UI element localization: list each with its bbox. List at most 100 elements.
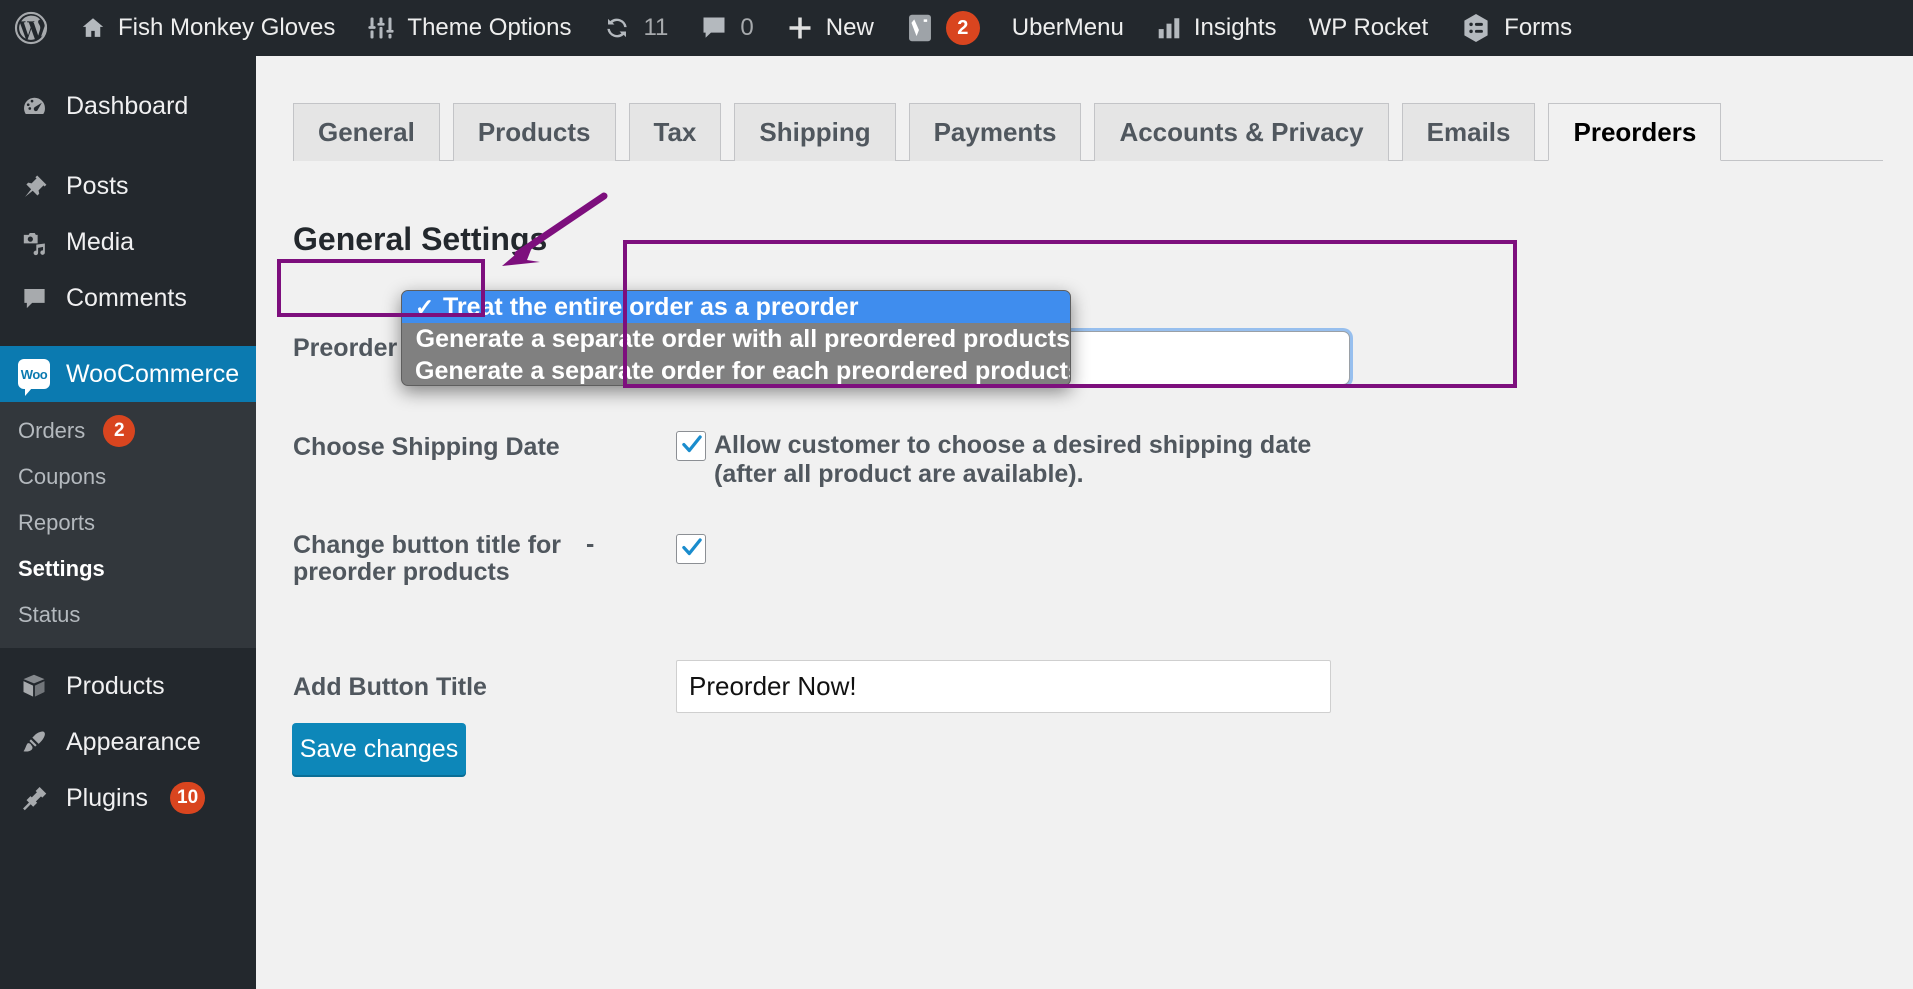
adminbar-site-name-label: Fish Monkey Gloves	[118, 14, 335, 42]
sidebar-item-appearance[interactable]: Appearance	[0, 714, 256, 770]
adminbar-comments[interactable]: 0	[684, 0, 769, 56]
sidebar-item-dashboard[interactable]: Dashboard	[0, 78, 256, 134]
adminbar-theme-options-label: Theme Options	[407, 14, 571, 42]
orders-badge: 2	[103, 415, 135, 447]
change-button-title-dash: -	[586, 530, 594, 559]
comment-icon	[700, 14, 728, 42]
tab-label: Accounts & Privacy	[1119, 117, 1363, 148]
tab-label: General	[318, 117, 415, 148]
updates-icon	[603, 14, 631, 42]
add-button-title-label: Add Button Title	[293, 672, 487, 703]
sidebar-item-label: Plugins	[66, 784, 148, 813]
adminbar-updates-count: 11	[643, 14, 668, 42]
tab-label: Shipping	[759, 117, 870, 148]
sidebar-separator-1	[0, 134, 256, 158]
sidebar-item-comments[interactable]: Comments	[0, 270, 256, 326]
sidebar-item-woocommerce[interactable]: Woo WooCommerce	[0, 346, 256, 402]
save-changes-button[interactable]: Save changes	[292, 723, 466, 775]
dashboard-icon	[18, 93, 50, 120]
tab-label: Emails	[1427, 117, 1511, 148]
tab-payments[interactable]: Payments	[909, 103, 1082, 161]
sidebar-subitem-label: Orders	[18, 418, 85, 444]
adminbar-theme-options[interactable]: Theme Options	[351, 0, 587, 56]
sidebar-item-posts[interactable]: Posts	[0, 158, 256, 214]
woo-icon: Woo	[18, 359, 50, 389]
sidebar-item-label: Comments	[66, 284, 187, 313]
wordpress-logo-icon	[14, 11, 48, 45]
sidebar-subitem-label: Settings	[18, 556, 105, 582]
tab-tax[interactable]: Tax	[629, 103, 722, 161]
plug-icon	[18, 784, 50, 812]
sidebar-separator-2	[0, 326, 256, 346]
admin-sidebar: Dashboard Posts Media Comments Woo WooCo…	[0, 56, 256, 989]
adminbar-wp-rocket[interactable]: WP Rocket	[1293, 0, 1445, 56]
sidebar-subitem-settings[interactable]: Settings	[0, 546, 256, 592]
tab-emails[interactable]: Emails	[1402, 103, 1536, 161]
checkmark-icon	[679, 431, 705, 457]
sidebar-spacer-top	[0, 56, 256, 78]
tab-preorders[interactable]: Preorders	[1548, 103, 1721, 161]
sidebar-item-products[interactable]: Products	[0, 658, 256, 714]
sidebar-item-media[interactable]: Media	[0, 214, 256, 270]
adminbar-comments-count: 0	[740, 14, 753, 42]
adminbar-yoast[interactable]: 2	[890, 0, 996, 56]
adminbar-wp-rocket-label: WP Rocket	[1309, 14, 1429, 42]
shipping-date-checkbox[interactable]	[676, 431, 706, 461]
sidebar-item-label: Products	[66, 672, 165, 701]
checkmark-icon	[679, 534, 705, 560]
home-icon	[80, 15, 106, 41]
woo-logo: Woo	[18, 359, 50, 389]
sidebar-subitem-label: Status	[18, 602, 80, 628]
settings-tabs: General Products Tax Shipping Payments A…	[293, 99, 1883, 161]
admin-bar: Fish Monkey Gloves Theme Options 11 0 Ne…	[0, 0, 1913, 56]
plugins-badge: 10	[170, 782, 205, 814]
paintbrush-icon	[18, 728, 50, 756]
adminbar-wordpress-logo[interactable]	[0, 0, 64, 56]
sidebar-subitem-reports[interactable]: Reports	[0, 500, 256, 546]
annotation-arrow-icon	[480, 190, 610, 275]
forms-icon	[1460, 12, 1492, 44]
sidebar-item-plugins[interactable]: Plugins 10	[0, 770, 256, 826]
adminbar-ubermenu-label: UberMenu	[1012, 14, 1124, 42]
shipping-date-checkbox-text-line1: Allow customer to choose a desired shipp…	[714, 430, 1354, 461]
bar-chart-icon	[1156, 15, 1182, 41]
shipping-date-checkbox-text-line2: (after all product are available).	[714, 459, 1354, 490]
adminbar-insights[interactable]: Insights	[1140, 0, 1293, 56]
sidebar-subitem-orders[interactable]: Orders 2	[0, 408, 256, 454]
annotation-box-preorder-modes	[277, 259, 485, 317]
media-icon	[18, 229, 50, 256]
woo-logo-text: Woo	[21, 367, 47, 382]
adminbar-yoast-badge: 2	[946, 11, 980, 45]
tab-label: Payments	[934, 117, 1057, 148]
tab-shipping[interactable]: Shipping	[734, 103, 895, 161]
sidebar-subitem-coupons[interactable]: Coupons	[0, 454, 256, 500]
adminbar-insights-label: Insights	[1194, 14, 1277, 42]
adminbar-updates[interactable]: 11	[587, 0, 684, 56]
change-button-title-label-line2: preorder products	[293, 557, 510, 588]
products-box-icon	[18, 672, 50, 700]
sidebar-item-label: WooCommerce	[66, 360, 239, 389]
adminbar-forms-label: Forms	[1504, 14, 1572, 42]
sidebar-separator-3	[0, 648, 256, 658]
plus-icon	[786, 14, 814, 42]
add-button-title-input[interactable]: Preorder Now!	[676, 660, 1331, 713]
sidebar-item-label: Appearance	[66, 728, 201, 757]
sidebar-subitem-label: Reports	[18, 510, 95, 536]
sidebar-item-label: Dashboard	[66, 92, 188, 121]
tab-products[interactable]: Products	[453, 103, 616, 161]
tab-accounts-privacy[interactable]: Accounts & Privacy	[1094, 103, 1388, 161]
comment-icon	[18, 285, 50, 312]
tab-general[interactable]: General	[293, 103, 440, 161]
sidebar-subitem-status[interactable]: Status	[0, 592, 256, 638]
tab-label: Products	[478, 117, 591, 148]
change-button-title-checkbox[interactable]	[676, 534, 706, 564]
tab-label: Preorders	[1573, 117, 1696, 148]
adminbar-site-name[interactable]: Fish Monkey Gloves	[64, 0, 351, 56]
tab-label: Tax	[654, 117, 697, 148]
sidebar-submenu-woocommerce: Orders 2 Coupons Reports Settings Status	[0, 402, 256, 648]
adminbar-new[interactable]: New	[770, 0, 890, 56]
adminbar-forms[interactable]: Forms	[1444, 0, 1588, 56]
adminbar-ubermenu[interactable]: UberMenu	[996, 0, 1140, 56]
sidebar-item-label: Media	[66, 228, 134, 257]
choose-shipping-date-label: Choose Shipping Date	[293, 432, 560, 463]
